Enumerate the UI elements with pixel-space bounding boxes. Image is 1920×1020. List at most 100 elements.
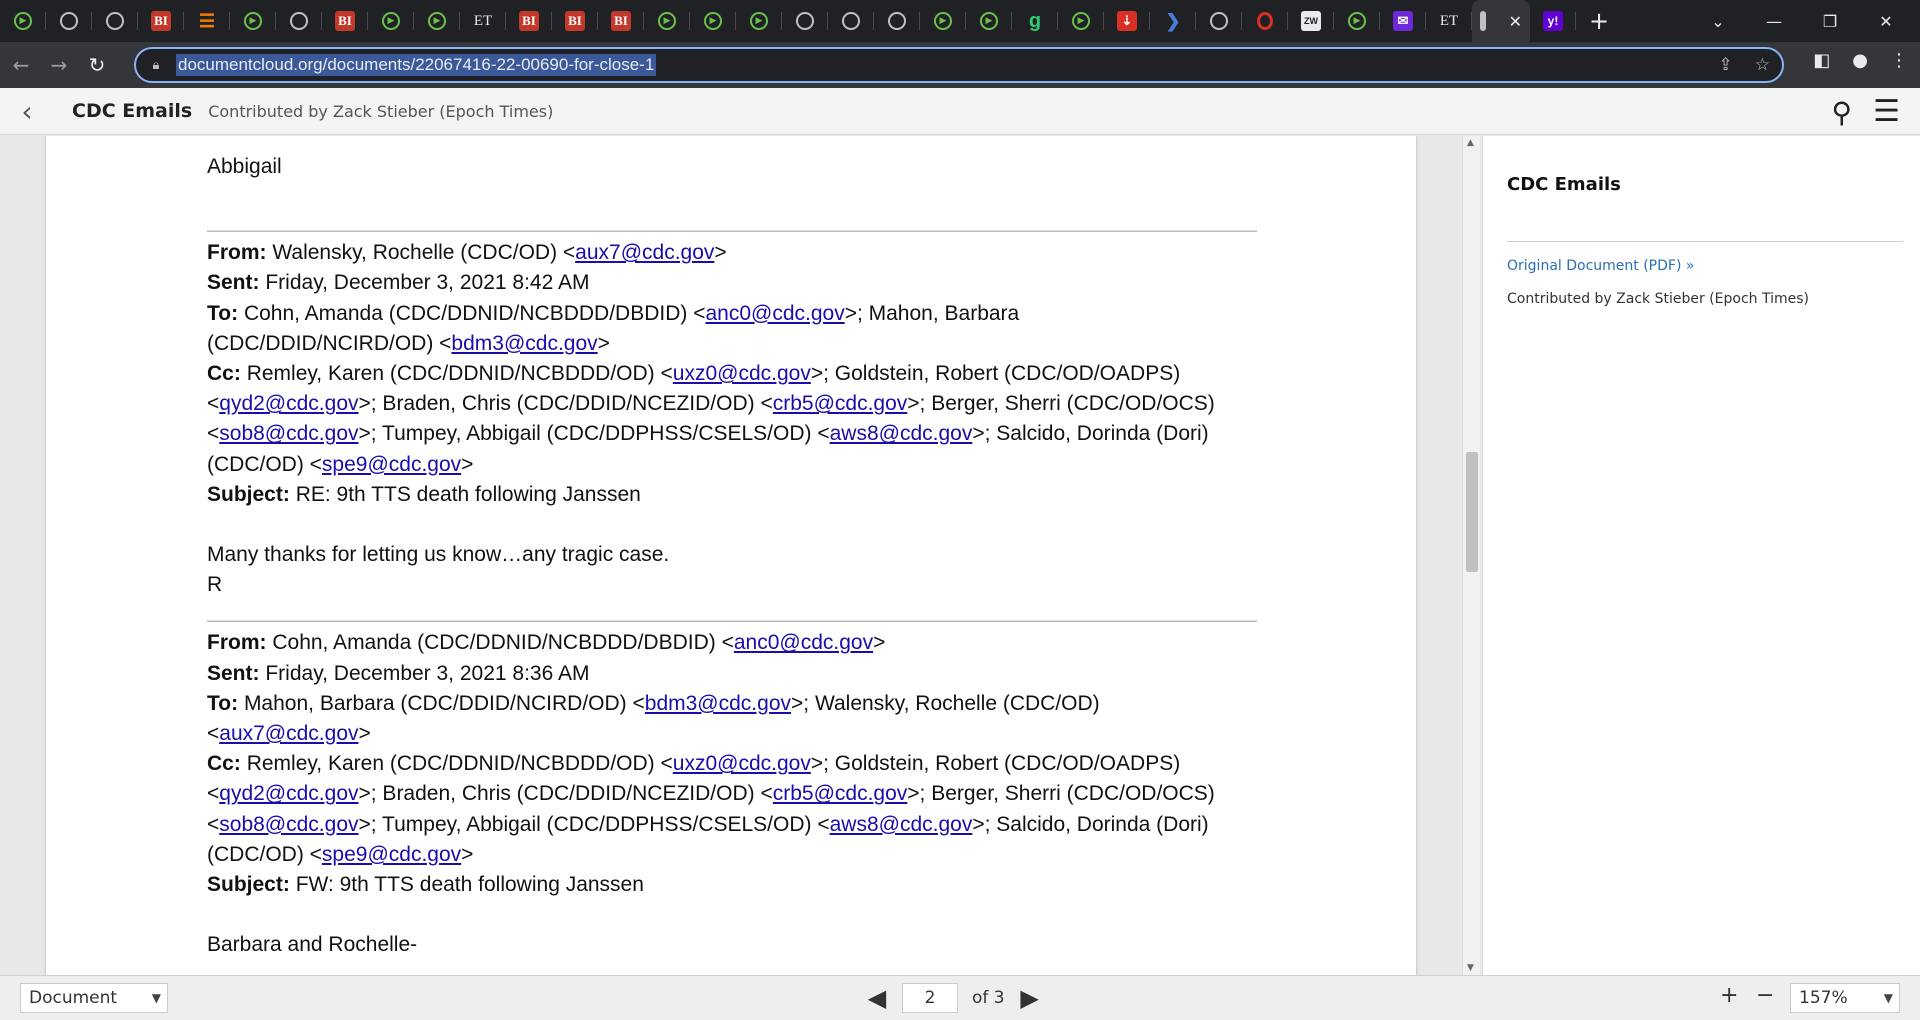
play-icon: ▶ xyxy=(980,12,998,30)
browser-tab[interactable]: BI xyxy=(506,0,552,42)
email-link[interactable]: sob8@cdc.gov xyxy=(219,813,358,836)
browser-tab[interactable] xyxy=(782,0,828,42)
email-link[interactable]: bdm3@cdc.gov xyxy=(451,332,597,355)
bi-icon: BI xyxy=(519,11,539,31)
browser-menu-icon[interactable]: ⋮ xyxy=(1890,50,1908,71)
page-number-input[interactable]: 2 xyxy=(902,983,958,1013)
scroll-down-arrow-icon[interactable]: ▼ xyxy=(1467,963,1474,973)
hamburger-menu-icon[interactable]: ☰ xyxy=(1873,94,1900,129)
back-arrow-icon[interactable]: ‹ xyxy=(0,95,54,128)
bi-icon: BI xyxy=(565,11,585,31)
next-page-icon[interactable]: ▶ xyxy=(1019,984,1041,1012)
browser-tab[interactable] xyxy=(92,0,138,42)
browser-tab[interactable] xyxy=(874,0,920,42)
browser-tab[interactable]: ▶ xyxy=(1334,0,1380,42)
browser-tab[interactable]: ET xyxy=(460,0,506,42)
sidebar-divider xyxy=(1507,241,1903,242)
browser-tab[interactable]: ⇣ xyxy=(1104,0,1150,42)
browser-tab[interactable] xyxy=(1242,0,1288,42)
zoom-out-button[interactable]: − xyxy=(1756,983,1774,1008)
red-app-icon: ⇣ xyxy=(1117,11,1137,31)
browser-tab[interactable]: ▶ xyxy=(644,0,690,42)
forward-button[interactable]: → xyxy=(42,48,76,82)
browser-tab[interactable]: BI xyxy=(322,0,368,42)
email-link[interactable]: aux7@cdc.gov xyxy=(219,722,358,745)
email-link[interactable]: bdm3@cdc.gov xyxy=(645,692,791,715)
url-text[interactable]: documentcloud.org/documents/22067416-22-… xyxy=(176,54,657,76)
document-title: CDC Emails xyxy=(72,100,193,122)
restore-button[interactable]: ❐ xyxy=(1802,0,1858,42)
browser-tab[interactable] xyxy=(276,0,322,42)
globe-icon xyxy=(888,12,906,30)
email-link[interactable]: aws8@cdc.gov xyxy=(830,422,973,445)
browser-tab[interactable] xyxy=(46,0,92,42)
bookmark-star-icon[interactable]: ☆ xyxy=(1755,55,1770,75)
document-scrollbar[interactable]: ▲ ▼ xyxy=(1462,136,1480,975)
lock-icon[interactable]: 🔒︎ xyxy=(136,58,176,73)
browser-tab[interactable]: ▶ xyxy=(0,0,46,42)
email-link[interactable]: crb5@cdc.gov xyxy=(773,782,908,805)
browser-tab[interactable]: BI xyxy=(598,0,644,42)
email-link[interactable]: aux7@cdc.gov xyxy=(575,241,714,264)
minimize-button[interactable]: — xyxy=(1746,0,1802,42)
tab-search-icon[interactable]: ⌄ xyxy=(1690,0,1746,42)
email-link[interactable]: spe9@cdc.gov xyxy=(322,453,461,476)
browser-tab[interactable]: ▶ xyxy=(690,0,736,42)
close-window-button[interactable]: ✕ xyxy=(1858,0,1914,42)
email-link[interactable]: uxz0@cdc.gov xyxy=(673,752,811,775)
scroll-thumb[interactable] xyxy=(1466,452,1478,572)
browser-tab[interactable]: ZW xyxy=(1288,0,1334,42)
email-link[interactable]: spe9@cdc.gov xyxy=(322,843,461,866)
play-icon: ▶ xyxy=(244,12,262,30)
previous-page-icon[interactable]: ◀ xyxy=(866,984,888,1012)
browser-tab[interactable]: ▶ xyxy=(368,0,414,42)
email-link[interactable]: sob8@cdc.gov xyxy=(219,422,358,445)
email-link[interactable]: anc0@cdc.gov xyxy=(734,631,873,654)
browser-tab[interactable]: ❯ xyxy=(1150,0,1196,42)
email-link[interactable]: anc0@cdc.gov xyxy=(705,302,844,325)
email-link[interactable]: qyd2@cdc.gov xyxy=(219,392,358,415)
browser-tab[interactable]: g xyxy=(1012,0,1058,42)
play-icon: ▶ xyxy=(428,12,446,30)
browser-tab[interactable]: ▶ xyxy=(414,0,460,42)
email-link[interactable]: aws8@cdc.gov xyxy=(830,813,973,836)
close-tab-icon[interactable]: ✕ xyxy=(1509,12,1522,31)
new-tab-button[interactable]: + xyxy=(1576,7,1622,35)
view-mode-select[interactable]: Document ▼ xyxy=(20,983,168,1013)
document-viewport[interactable]: Abbigail From: Walensky, Rochelle (CDC/O… xyxy=(0,136,1465,975)
browser-tab[interactable]: BI xyxy=(552,0,598,42)
tabs-container: ▶ BI ☰ ▶ BI ▶ ▶ ET BI BI BI ▶ ▶ ▶ ▶ ▶ g ▶ ⇣ ❯ ZW ▶ ✉ ET xyxy=(0,0,1472,42)
reload-button[interactable]: ↻ xyxy=(80,48,114,82)
active-tab[interactable]: ✕ xyxy=(1472,0,1530,42)
pagination: ◀ 2 of 3 ▶ xyxy=(866,983,1041,1013)
browser-tab[interactable]: BI xyxy=(138,0,184,42)
browser-tab[interactable]: ET xyxy=(1426,0,1472,42)
address-bar[interactable]: 🔒︎ documentcloud.org/documents/22067416-… xyxy=(134,47,1784,83)
email-link[interactable]: crb5@cdc.gov xyxy=(773,392,908,415)
scroll-up-arrow-icon[interactable]: ▲ xyxy=(1467,138,1474,148)
tab-yahoo[interactable]: y! xyxy=(1530,0,1576,42)
browser-tab[interactable]: ▶ xyxy=(736,0,782,42)
email-link[interactable]: qyd2@cdc.gov xyxy=(219,782,358,805)
browser-tab-strip: ▶ BI ☰ ▶ BI ▶ ▶ ET BI BI BI ▶ ▶ ▶ ▶ ▶ g ▶ ⇣ ❯ ZW ▶ ✉ ET ✕ y! + xyxy=(0,0,1920,42)
original-document-link[interactable]: Original Document (PDF) » xyxy=(1507,258,1694,274)
email-link[interactable]: uxz0@cdc.gov xyxy=(673,362,811,385)
globe-icon xyxy=(796,12,814,30)
browser-tab[interactable]: ☰ xyxy=(184,0,230,42)
browser-tab[interactable]: ▶ xyxy=(966,0,1012,42)
browser-tab[interactable]: ▶ xyxy=(920,0,966,42)
zoom-in-button[interactable]: + xyxy=(1720,983,1738,1008)
browser-tab[interactable]: ▶ xyxy=(1058,0,1104,42)
browser-tab[interactable]: ▶ xyxy=(230,0,276,42)
profile-icon[interactable]: ● xyxy=(1852,50,1868,71)
side-panel-icon[interactable]: ◧ xyxy=(1813,50,1830,71)
globe-icon xyxy=(60,12,78,30)
browser-tab[interactable] xyxy=(828,0,874,42)
search-icon[interactable]: ⚲ xyxy=(1831,96,1852,129)
back-button[interactable]: ← xyxy=(4,48,38,82)
share-icon[interactable]: ⇪ xyxy=(1719,55,1733,75)
browser-tab[interactable]: ✉ xyxy=(1380,0,1426,42)
document-page: Abbigail From: Walensky, Rochelle (CDC/O… xyxy=(46,136,1416,975)
zoom-select[interactable]: 157% ▼ xyxy=(1790,983,1900,1013)
browser-tab[interactable] xyxy=(1196,0,1242,42)
